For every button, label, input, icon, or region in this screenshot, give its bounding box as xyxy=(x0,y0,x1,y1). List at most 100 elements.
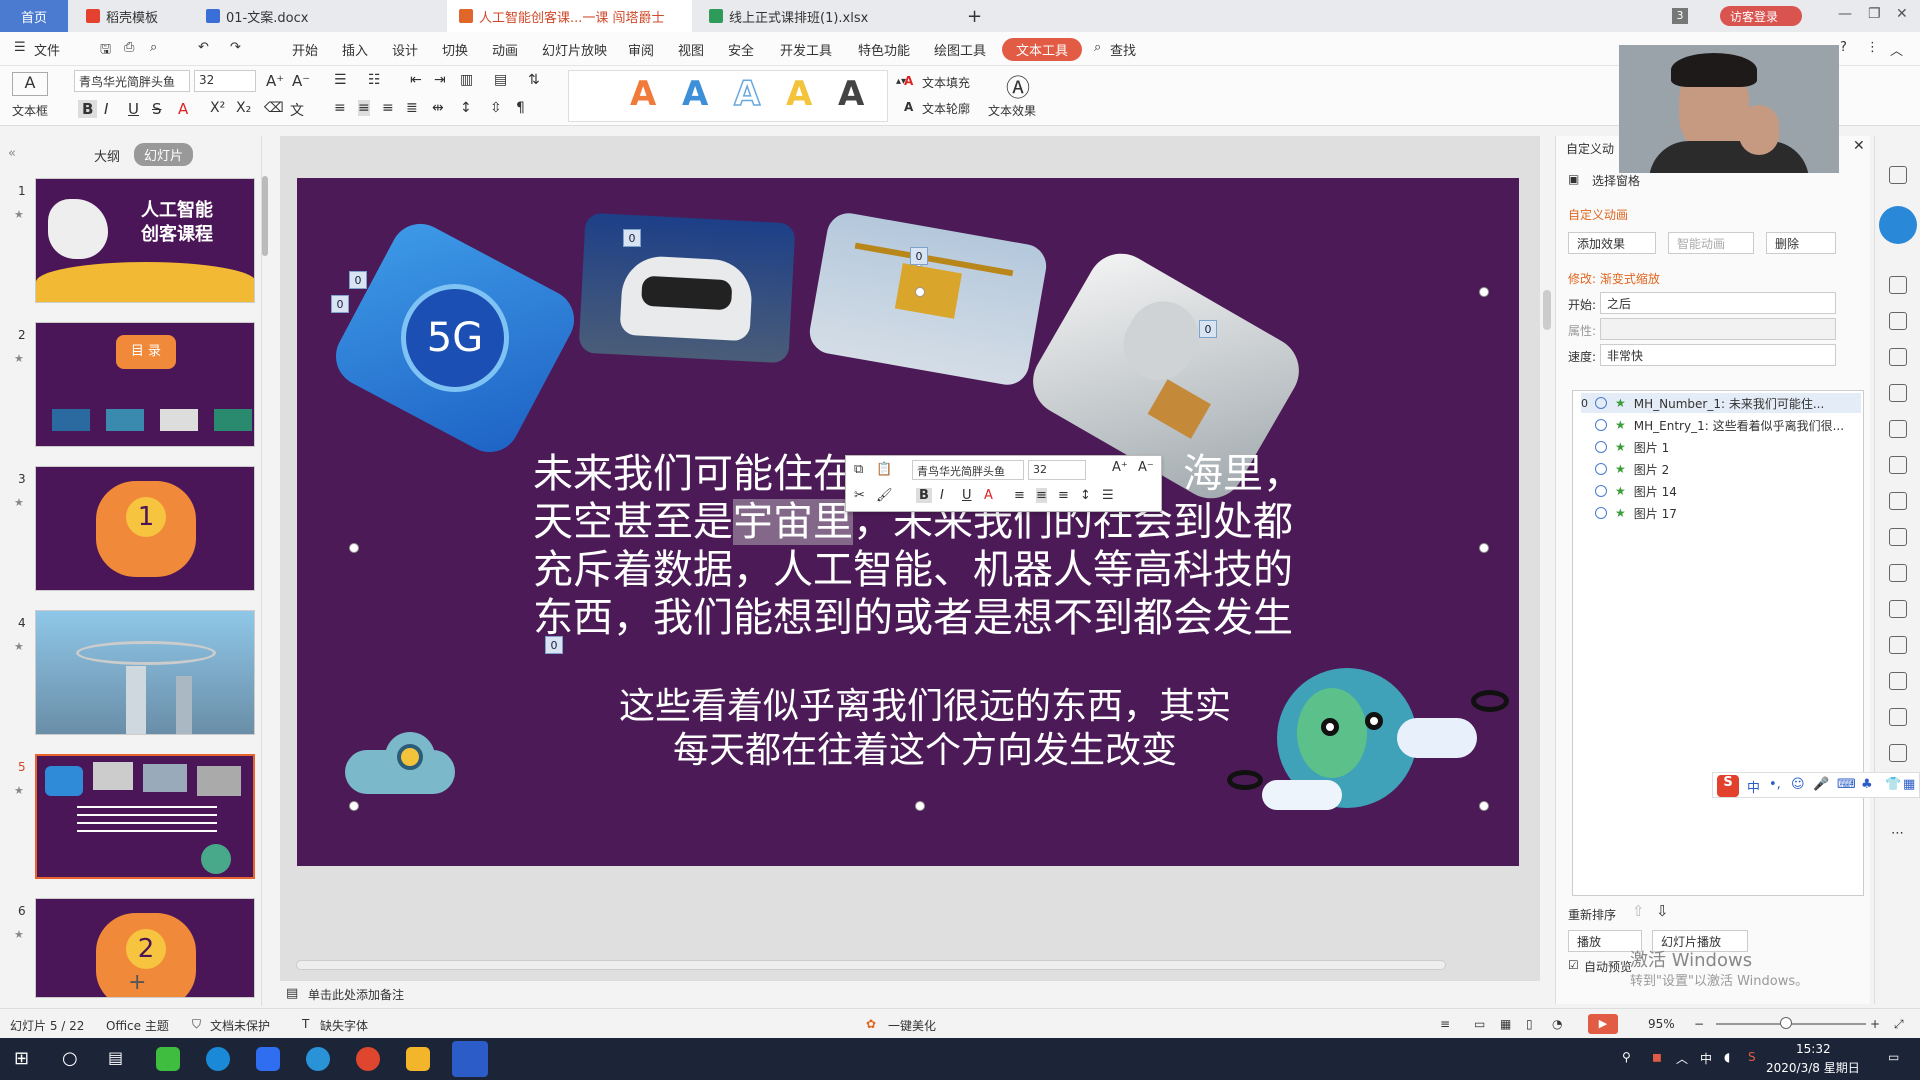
doc-protect-status[interactable]: 文档未保护 xyxy=(210,1017,270,1034)
list-icon[interactable]: ☰ xyxy=(1102,488,1114,503)
textbox-label[interactable]: 文本框 xyxy=(12,102,48,119)
image-icon[interactable] xyxy=(1889,600,1907,618)
help-icon[interactable] xyxy=(1889,744,1907,762)
sorter-view-icon[interactable]: ▦ xyxy=(1500,1017,1511,1031)
distribute-icon[interactable]: ⇹ xyxy=(432,100,444,116)
menu-insert[interactable]: 插入 xyxy=(342,40,368,59)
tools-icon[interactable]: ♣ xyxy=(1861,777,1873,792)
presenter-view-icon[interactable]: ◔ xyxy=(1552,1017,1562,1031)
share-icon[interactable] xyxy=(1889,528,1907,546)
resize-handle[interactable] xyxy=(915,801,925,811)
text-effect-button[interactable]: 文本效果 xyxy=(988,102,1036,119)
align-left-icon[interactable]: ≡ xyxy=(334,100,346,116)
menu-search[interactable]: 查找 xyxy=(1110,40,1136,59)
properties-icon[interactable] xyxy=(1889,166,1907,184)
justify-icon[interactable]: ≣ xyxy=(406,100,418,116)
location-icon[interactable] xyxy=(1889,276,1907,294)
grow-font-icon[interactable]: A⁺ xyxy=(266,72,284,90)
font-size-select[interactable]: 32 xyxy=(194,70,256,92)
zoom-level[interactable]: 95% xyxy=(1648,1017,1675,1031)
menu-security[interactable]: 安全 xyxy=(728,40,754,59)
sub-textbox[interactable]: 这些看着似乎离我们很远的东西，其实 每天都在往着这个方向发生改变 xyxy=(545,685,1305,773)
speed-select[interactable]: 非常快 xyxy=(1600,344,1836,366)
new-tab-button[interactable]: + xyxy=(955,0,994,32)
sogou-tray-icon[interactable]: S xyxy=(1748,1050,1756,1064)
eraser-icon[interactable]: ⌫ xyxy=(264,100,284,116)
reading-view-icon[interactable]: ▯ xyxy=(1526,1017,1533,1031)
zoom-slider[interactable] xyxy=(1716,1017,1866,1029)
anim-tag[interactable]: 0 xyxy=(331,295,349,313)
anim-item-1[interactable]: 0 ★ MH_Number_1: 未来我们可能住... xyxy=(1581,393,1861,413)
preview-icon[interactable]: ⌕ xyxy=(150,40,157,55)
shrink-font-icon[interactable]: A⁻ xyxy=(1138,460,1154,475)
text-outline-button[interactable]: 文本轮廓 xyxy=(922,100,970,117)
textbox-icon[interactable]: A xyxy=(12,72,48,96)
tab-slides[interactable]: 幻灯片 xyxy=(134,143,194,166)
notes-app-icon[interactable] xyxy=(406,1047,430,1071)
resize-handle[interactable] xyxy=(1479,801,1489,811)
paste-icon[interactable]: 📋 xyxy=(876,462,892,477)
menu-slideshow[interactable]: 幻灯片放映 xyxy=(542,40,607,59)
grid-icon[interactable] xyxy=(1889,384,1907,402)
anim-tag[interactable]: 0 xyxy=(349,271,367,289)
tab-ppt[interactable]: 人工智能创客课...一课 闯塔爵士 xyxy=(447,0,692,32)
collapse-panel-icon[interactable]: « xyxy=(8,146,16,161)
bold-button[interactable]: B xyxy=(916,488,932,503)
wechat-icon[interactable] xyxy=(156,1047,180,1071)
text-style-5[interactable]: A xyxy=(838,74,864,114)
person-icon[interactable]: ⚲ xyxy=(1622,1050,1631,1064)
autopreview-checkbox[interactable]: ☑ xyxy=(1568,958,1579,972)
menu-grid-icon[interactable]: ▦ xyxy=(1903,777,1915,792)
taskbar-ime[interactable]: 中 xyxy=(1700,1050,1712,1067)
phonetic-icon[interactable]: 文 xyxy=(290,100,304,120)
clock-date[interactable]: 2020/3/8 星期日 xyxy=(1766,1059,1860,1076)
bullet-list-icon[interactable]: ☰ xyxy=(334,72,347,88)
add-effect-button[interactable]: 添加效果 xyxy=(1568,232,1656,254)
search-icon[interactable]: ⌕ xyxy=(1094,40,1101,55)
anim-tag[interactable]: 0 xyxy=(623,229,641,247)
slide-thumb-2[interactable]: 目 录 xyxy=(35,322,255,447)
anim-tag[interactable]: 0 xyxy=(1199,320,1217,338)
text-direction-icon[interactable]: ⇅ xyxy=(528,72,540,88)
text-style-3[interactable]: A xyxy=(733,73,761,115)
more-icon[interactable]: ⋮ xyxy=(1866,40,1879,55)
tab-docer[interactable]: 稻壳模板 xyxy=(74,0,194,32)
mic-icon[interactable]: 🎤 xyxy=(1813,777,1829,792)
history-icon[interactable] xyxy=(1889,708,1907,726)
tray-app-icon[interactable]: ◼ xyxy=(1652,1050,1662,1064)
assistant-icon[interactable] xyxy=(1879,206,1917,244)
zoom-out-icon[interactable]: − xyxy=(1694,1017,1704,1031)
anim-tag[interactable]: 0 xyxy=(910,247,928,265)
help-icon[interactable]: ? xyxy=(1840,40,1847,55)
hamburger-icon[interactable]: ☰ xyxy=(14,40,26,55)
select-pane-button[interactable]: 选择窗格 xyxy=(1592,172,1640,189)
horizontal-scrollbar[interactable] xyxy=(296,960,1446,970)
save-icon[interactable]: 🖫 xyxy=(100,40,111,62)
notes-toggle-icon[interactable]: ≡ xyxy=(1440,1017,1450,1031)
notes-bar[interactable]: ▤ 单击此处添加备注 xyxy=(280,980,1540,1006)
redo-icon[interactable]: ↷ xyxy=(230,40,241,55)
mini-font-select[interactable]: 青鸟华光简胖头鱼 xyxy=(912,460,1024,480)
zoom-meeting-icon[interactable] xyxy=(256,1047,280,1071)
align-center-icon[interactable]: ≡ xyxy=(358,100,370,116)
anim-item-3[interactable]: ★ 图片 1 xyxy=(1581,437,1861,457)
italic-button[interactable]: I xyxy=(104,100,108,118)
anim-item-6[interactable]: ★ 图片 17 xyxy=(1581,503,1861,523)
collapse-ribbon-icon[interactable]: ︿ xyxy=(1890,40,1903,59)
mini-size-select[interactable]: 32 xyxy=(1028,460,1086,480)
zoom-in-icon[interactable]: + xyxy=(1870,1017,1880,1031)
task-view-icon[interactable]: ▤ xyxy=(108,1048,123,1067)
ime-mode[interactable]: 中 xyxy=(1747,777,1760,796)
bold-button[interactable]: B xyxy=(78,100,98,118)
menu-text-tool[interactable]: 文本工具 xyxy=(1002,38,1083,61)
menu-file[interactable]: 文件 xyxy=(34,40,60,59)
slide-thumb-3[interactable]: 1 xyxy=(35,466,255,591)
underline-button[interactable]: U xyxy=(128,100,139,118)
property-select[interactable] xyxy=(1600,318,1836,340)
chart-icon[interactable] xyxy=(1889,420,1907,438)
emoji-icon[interactable]: ☺ xyxy=(1791,777,1805,792)
indent-increase-icon[interactable]: ⇥ xyxy=(434,72,446,88)
cloud-gear-icon[interactable] xyxy=(345,726,455,800)
tencent-icon[interactable] xyxy=(306,1047,330,1071)
menu-start[interactable]: 开始 xyxy=(292,40,318,59)
